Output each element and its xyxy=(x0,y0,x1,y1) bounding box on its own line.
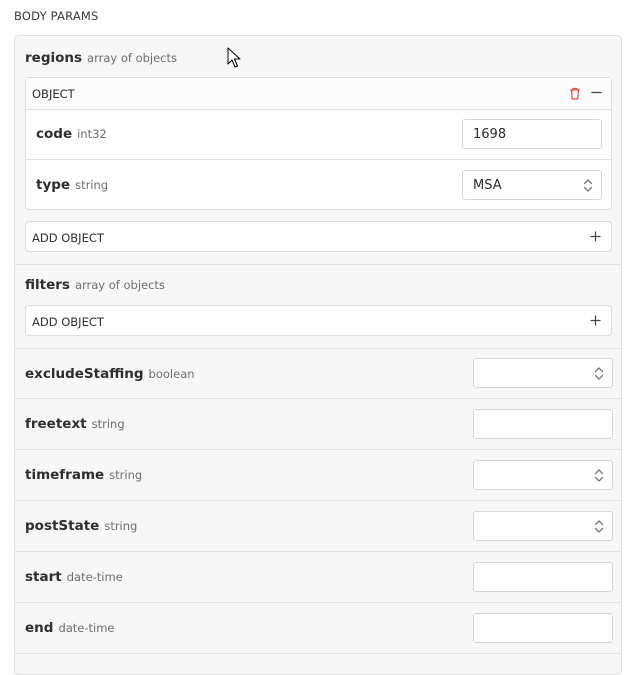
field-code-label: code int32 xyxy=(36,126,107,142)
param-timeframe: timeframe string xyxy=(15,450,621,501)
field-name: type xyxy=(36,177,71,193)
mouse-pointer-icon xyxy=(227,47,241,68)
field-code: code int32 1698 xyxy=(26,109,611,160)
type-value: MSA xyxy=(473,178,502,193)
param-type: date-time xyxy=(58,621,115,635)
param-type: string xyxy=(91,417,125,431)
filters-add-object-button[interactable]: ADD OBJECT xyxy=(25,305,612,336)
param-filters: filters array of objects ADD OBJECT xyxy=(15,264,621,349)
param-start-label: start date-time xyxy=(25,569,123,585)
start-input[interactable] xyxy=(473,562,613,592)
field-type: type string MSA xyxy=(26,160,611,210)
param-name: excludeStaffing xyxy=(25,366,144,382)
postState-select[interactable] xyxy=(473,511,613,541)
param-postState-label: postState string xyxy=(25,518,137,534)
plus-icon xyxy=(590,231,601,242)
code-input[interactable]: 1698 xyxy=(462,119,602,149)
field-type-label: type string xyxy=(36,177,108,193)
param-start: start date-time xyxy=(15,552,621,603)
param-name: timeframe xyxy=(25,467,105,483)
excludeStaffing-select[interactable] xyxy=(473,358,613,388)
param-freetext: freetext string xyxy=(15,399,621,450)
trash-icon[interactable] xyxy=(569,87,581,100)
param-type: date-time xyxy=(66,570,123,584)
end-input[interactable] xyxy=(473,613,613,643)
object-header-label: OBJECT xyxy=(32,87,75,101)
code-value: 1698 xyxy=(473,127,507,142)
param-type: string xyxy=(104,519,138,533)
object-header: OBJECT xyxy=(26,78,611,110)
param-name: start xyxy=(25,569,62,585)
param-type: string xyxy=(109,468,143,482)
plus-icon xyxy=(590,315,601,326)
param-name: regions xyxy=(25,50,83,66)
param-name: filters xyxy=(25,277,70,293)
param-end: end date-time xyxy=(15,603,621,654)
type-select[interactable]: MSA xyxy=(462,170,602,200)
field-type: int32 xyxy=(77,127,107,141)
add-object-label: ADD OBJECT xyxy=(32,315,104,329)
field-name: code xyxy=(36,126,73,142)
freetext-input[interactable] xyxy=(473,409,613,439)
param-name: freetext xyxy=(25,416,87,432)
body-params-title: BODY PARAMS xyxy=(14,9,99,23)
regions-add-object-button[interactable]: ADD OBJECT xyxy=(25,221,612,252)
param-filters-label: filters array of objects xyxy=(25,277,165,293)
param-regions: regions array of objects OBJECT code int32… xyxy=(15,36,621,265)
chevron-updown-icon xyxy=(594,520,604,533)
param-excludeStaffing-label: excludeStaffing boolean xyxy=(25,366,195,382)
param-timeframe-label: timeframe string xyxy=(25,467,142,483)
minus-icon[interactable] xyxy=(590,86,603,99)
timeframe-select[interactable] xyxy=(473,460,613,490)
param-type: array of objects xyxy=(87,51,178,65)
param-end-label: end date-time xyxy=(25,620,115,636)
param-regions-label: regions array of objects xyxy=(25,50,177,66)
param-type: array of objects xyxy=(74,278,165,292)
add-object-label: ADD OBJECT xyxy=(32,231,104,245)
chevron-updown-icon xyxy=(594,367,604,380)
param-type: boolean xyxy=(148,367,195,381)
param-name: postState xyxy=(25,518,100,534)
param-name: end xyxy=(25,620,54,636)
field-type: string xyxy=(75,178,109,192)
param-postState: postState string xyxy=(15,501,621,552)
body-params-panel: regions array of objects OBJECT code int32… xyxy=(14,35,622,675)
param-excludeStaffing: excludeStaffing boolean xyxy=(15,348,621,399)
regions-object: OBJECT code int32 1698 type string MSA xyxy=(25,77,612,210)
chevron-updown-icon xyxy=(594,469,604,482)
chevron-updown-icon xyxy=(583,179,593,192)
param-freetext-label: freetext string xyxy=(25,416,125,432)
